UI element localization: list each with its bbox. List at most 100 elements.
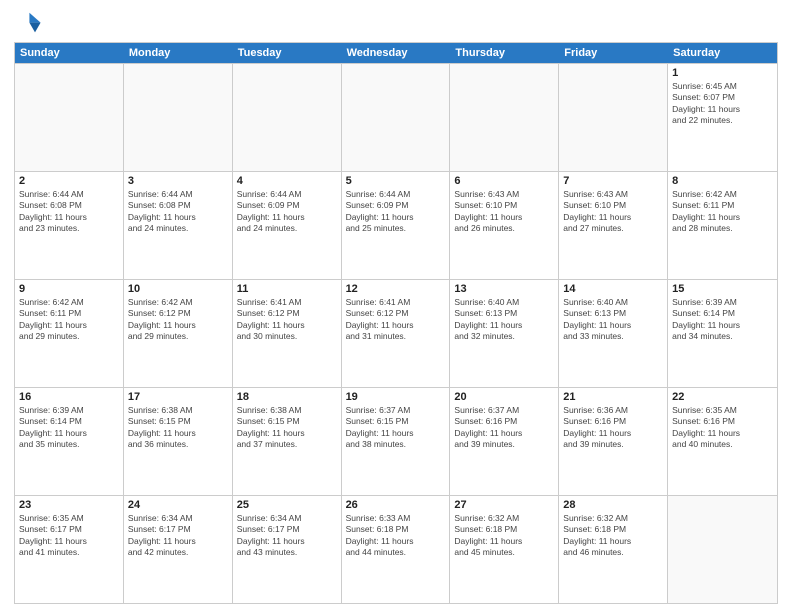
day-cell: [668, 496, 777, 603]
day-info: Sunrise: 6:41 AM Sunset: 6:12 PM Dayligh…: [237, 297, 337, 343]
day-cell: 16 Sunrise: 6:39 AM Sunset: 6:14 PM Dayli…: [15, 388, 124, 495]
day-info: Sunrise: 6:41 AM Sunset: 6:12 PM Dayligh…: [346, 297, 446, 343]
day-number: 2: [19, 175, 119, 187]
day-cell: 26 Sunrise: 6:33 AM Sunset: 6:18 PM Dayli…: [342, 496, 451, 603]
day-cell: 17Sunrise: 6:38 AM Sunset: 6:15 PM Dayli…: [124, 388, 233, 495]
day-number: 15: [672, 283, 773, 295]
day-cell: 21 Sunrise: 6:36 AM Sunset: 6:16 PM Dayli…: [559, 388, 668, 495]
day-number: 9: [19, 283, 119, 295]
day-info: Sunrise: 6:35 AM Sunset: 6:17 PM Dayligh…: [19, 513, 119, 559]
day-cell: 20 Sunrise: 6:37 AM Sunset: 6:16 PM Dayli…: [450, 388, 559, 495]
day-number: 26: [346, 499, 446, 511]
day-number: 11: [237, 283, 337, 295]
day-number: 16: [19, 391, 119, 403]
day-number: 23: [19, 499, 119, 511]
week-row-3: 16 Sunrise: 6:39 AM Sunset: 6:14 PM Dayli…: [15, 387, 777, 495]
week-row-0: 1 Sunrise: 6:45 AM Sunset: 6:07 PM Daylig…: [15, 63, 777, 171]
day-cell: 23 Sunrise: 6:35 AM Sunset: 6:17 PM Dayli…: [15, 496, 124, 603]
header: [14, 10, 778, 38]
day-number: 4: [237, 175, 337, 187]
week-row-1: 2 Sunrise: 6:44 AM Sunset: 6:08 PM Daylig…: [15, 171, 777, 279]
day-number: 19: [346, 391, 446, 403]
day-cell: 13 Sunrise: 6:40 AM Sunset: 6:13 PM Dayli…: [450, 280, 559, 387]
day-number: 3: [128, 175, 228, 187]
day-cell: 27Sunrise: 6:32 AM Sunset: 6:18 PM Dayli…: [450, 496, 559, 603]
day-info: Sunrise: 6:44 AM Sunset: 6:08 PM Dayligh…: [19, 189, 119, 235]
day-info: Sunrise: 6:34 AM Sunset: 6:17 PM Dayligh…: [128, 513, 228, 559]
day-info: Sunrise: 6:33 AM Sunset: 6:18 PM Dayligh…: [346, 513, 446, 559]
day-cell: 5 Sunrise: 6:44 AM Sunset: 6:09 PM Daylig…: [342, 172, 451, 279]
day-number: 25: [237, 499, 337, 511]
day-number: 1: [672, 67, 773, 79]
day-cell: 15Sunrise: 6:39 AM Sunset: 6:14 PM Dayli…: [668, 280, 777, 387]
day-cell: 1 Sunrise: 6:45 AM Sunset: 6:07 PM Daylig…: [668, 64, 777, 171]
day-cell: 22Sunrise: 6:35 AM Sunset: 6:16 PM Dayli…: [668, 388, 777, 495]
day-info: Sunrise: 6:34 AM Sunset: 6:17 PM Dayligh…: [237, 513, 337, 559]
page: SundayMondayTuesdayWednesdayThursdayFrid…: [0, 0, 792, 612]
day-cell: 10 Sunrise: 6:42 AM Sunset: 6:12 PM Dayli…: [124, 280, 233, 387]
day-number: 24: [128, 499, 228, 511]
week-row-4: 23 Sunrise: 6:35 AM Sunset: 6:17 PM Dayli…: [15, 495, 777, 603]
day-info: Sunrise: 6:45 AM Sunset: 6:07 PM Dayligh…: [672, 81, 773, 127]
day-cell: 4 Sunrise: 6:44 AM Sunset: 6:09 PM Daylig…: [233, 172, 342, 279]
day-info: Sunrise: 6:37 AM Sunset: 6:15 PM Dayligh…: [346, 405, 446, 451]
day-number: 21: [563, 391, 663, 403]
day-cell: 24 Sunrise: 6:34 AM Sunset: 6:17 PM Dayli…: [124, 496, 233, 603]
day-number: 28: [563, 499, 663, 511]
day-cell: 3 Sunrise: 6:44 AM Sunset: 6:08 PM Daylig…: [124, 172, 233, 279]
day-cell: 19 Sunrise: 6:37 AM Sunset: 6:15 PM Dayli…: [342, 388, 451, 495]
day-info: Sunrise: 6:42 AM Sunset: 6:11 PM Dayligh…: [672, 189, 773, 235]
day-info: Sunrise: 6:40 AM Sunset: 6:13 PM Dayligh…: [563, 297, 663, 343]
day-header-sunday: Sunday: [15, 43, 124, 63]
day-cell: [559, 64, 668, 171]
day-number: 27: [454, 499, 554, 511]
day-info: Sunrise: 6:39 AM Sunset: 6:14 PM Dayligh…: [19, 405, 119, 451]
day-header-tuesday: Tuesday: [233, 43, 342, 63]
day-info: Sunrise: 6:38 AM Sunset: 6:15 PM Dayligh…: [128, 405, 228, 451]
day-cell: 8 Sunrise: 6:42 AM Sunset: 6:11 PM Daylig…: [668, 172, 777, 279]
day-headers: SundayMondayTuesdayWednesdayThursdayFrid…: [15, 43, 777, 63]
day-header-saturday: Saturday: [668, 43, 777, 63]
calendar: SundayMondayTuesdayWednesdayThursdayFrid…: [14, 42, 778, 604]
day-info: Sunrise: 6:35 AM Sunset: 6:16 PM Dayligh…: [672, 405, 773, 451]
day-number: 8: [672, 175, 773, 187]
day-info: Sunrise: 6:37 AM Sunset: 6:16 PM Dayligh…: [454, 405, 554, 451]
day-cell: 25 Sunrise: 6:34 AM Sunset: 6:17 PM Dayli…: [233, 496, 342, 603]
day-header-friday: Friday: [559, 43, 668, 63]
day-info: Sunrise: 6:43 AM Sunset: 6:10 PM Dayligh…: [454, 189, 554, 235]
day-number: 12: [346, 283, 446, 295]
day-cell: 18 Sunrise: 6:38 AM Sunset: 6:15 PM Dayli…: [233, 388, 342, 495]
logo: [14, 10, 46, 38]
day-info: Sunrise: 6:44 AM Sunset: 6:09 PM Dayligh…: [346, 189, 446, 235]
logo-icon: [14, 10, 42, 38]
day-cell: [342, 64, 451, 171]
day-info: Sunrise: 6:42 AM Sunset: 6:12 PM Dayligh…: [128, 297, 228, 343]
day-info: Sunrise: 6:44 AM Sunset: 6:09 PM Dayligh…: [237, 189, 337, 235]
day-info: Sunrise: 6:38 AM Sunset: 6:15 PM Dayligh…: [237, 405, 337, 451]
day-info: Sunrise: 6:42 AM Sunset: 6:11 PM Dayligh…: [19, 297, 119, 343]
day-info: Sunrise: 6:43 AM Sunset: 6:10 PM Dayligh…: [563, 189, 663, 235]
day-cell: [233, 64, 342, 171]
week-row-2: 9 Sunrise: 6:42 AM Sunset: 6:11 PM Daylig…: [15, 279, 777, 387]
day-number: 10: [128, 283, 228, 295]
day-number: 18: [237, 391, 337, 403]
day-number: 20: [454, 391, 554, 403]
day-number: 5: [346, 175, 446, 187]
weeks: 1 Sunrise: 6:45 AM Sunset: 6:07 PM Daylig…: [15, 63, 777, 603]
day-cell: 28Sunrise: 6:32 AM Sunset: 6:18 PM Dayli…: [559, 496, 668, 603]
day-info: Sunrise: 6:36 AM Sunset: 6:16 PM Dayligh…: [563, 405, 663, 451]
day-number: 13: [454, 283, 554, 295]
day-cell: 11 Sunrise: 6:41 AM Sunset: 6:12 PM Dayli…: [233, 280, 342, 387]
day-cell: [450, 64, 559, 171]
day-header-wednesday: Wednesday: [342, 43, 451, 63]
day-cell: 14 Sunrise: 6:40 AM Sunset: 6:13 PM Dayli…: [559, 280, 668, 387]
day-cell: 9 Sunrise: 6:42 AM Sunset: 6:11 PM Daylig…: [15, 280, 124, 387]
day-number: 14: [563, 283, 663, 295]
day-info: Sunrise: 6:40 AM Sunset: 6:13 PM Dayligh…: [454, 297, 554, 343]
day-info: Sunrise: 6:44 AM Sunset: 6:08 PM Dayligh…: [128, 189, 228, 235]
day-cell: [124, 64, 233, 171]
day-cell: 6 Sunrise: 6:43 AM Sunset: 6:10 PM Daylig…: [450, 172, 559, 279]
day-header-thursday: Thursday: [450, 43, 559, 63]
day-number: 7: [563, 175, 663, 187]
day-number: 6: [454, 175, 554, 187]
